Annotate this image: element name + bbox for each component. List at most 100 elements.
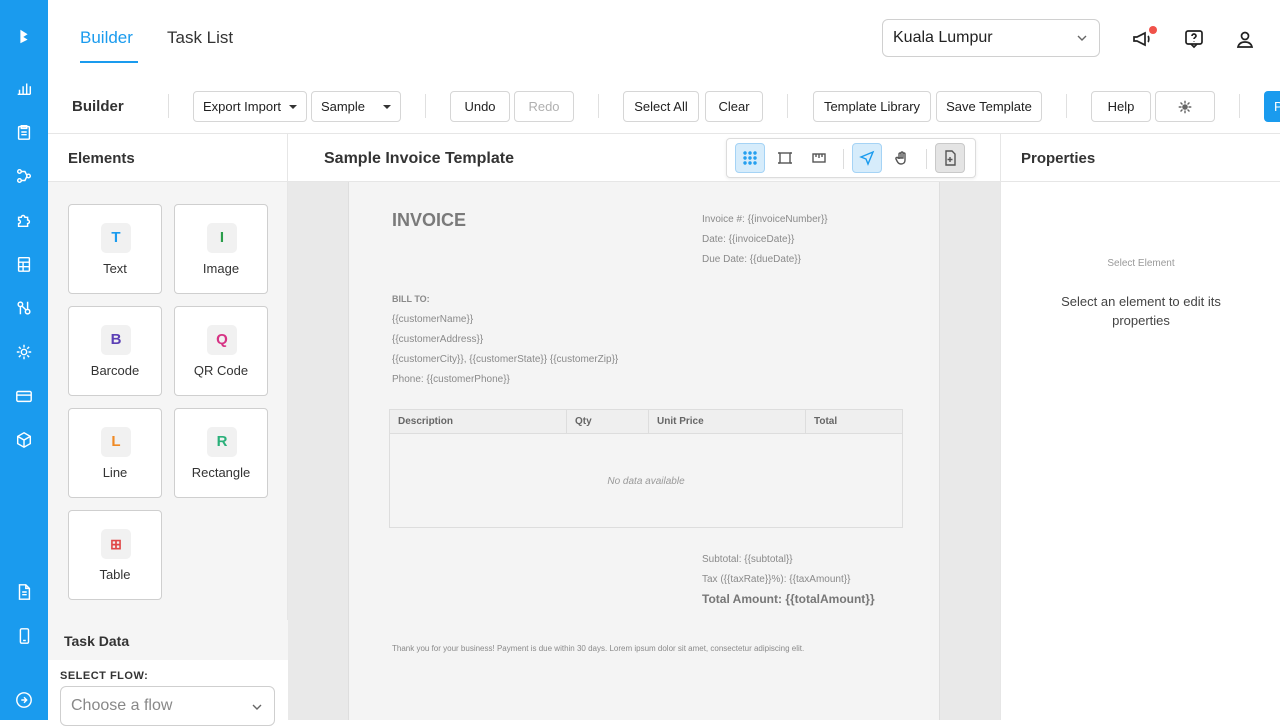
export-import-button[interactable]: Export Import bbox=[193, 91, 307, 122]
invoice-page[interactable]: INVOICE Invoice #: {{invoiceNumber}} Dat… bbox=[348, 182, 940, 720]
element-qr-code[interactable]: Q QR Code bbox=[174, 306, 268, 396]
divider bbox=[843, 149, 844, 169]
pointer-icon bbox=[859, 150, 875, 166]
gear-icon[interactable] bbox=[14, 342, 34, 362]
builder-toolbar: Builder Export Import Sample Undo Redo S… bbox=[48, 78, 1280, 134]
table-header: Description Qty Unit Price Total bbox=[390, 410, 902, 434]
redo-button[interactable]: Redo bbox=[514, 91, 574, 122]
clipboard-icon[interactable] bbox=[14, 122, 34, 142]
chart-icon[interactable] bbox=[14, 78, 34, 98]
primary-action-button[interactable]: P bbox=[1264, 91, 1280, 122]
toolbar-title: Builder bbox=[72, 98, 124, 115]
divider bbox=[1239, 94, 1240, 118]
task-data-section: Task Data SELECT FLOW: Choose a flow bbox=[48, 620, 288, 726]
elements-title: Elements bbox=[48, 134, 287, 182]
table-header-cell: Qty bbox=[567, 410, 649, 434]
element-label: Rectangle bbox=[191, 465, 251, 480]
tax-field[interactable]: Tax ({{taxRate}}%): {{taxAmount}} bbox=[702, 574, 850, 585]
nav-rail bbox=[0, 0, 48, 720]
barcode-element-icon: B bbox=[101, 325, 131, 355]
select-all-button[interactable]: Select All bbox=[623, 91, 699, 122]
logo-icon[interactable] bbox=[14, 26, 34, 46]
clear-button[interactable]: Clear bbox=[705, 91, 763, 122]
invoice-title[interactable]: INVOICE bbox=[392, 210, 466, 231]
template-library-button[interactable]: Template Library bbox=[813, 91, 931, 122]
element-label: QR Code bbox=[193, 363, 249, 378]
pan-tool[interactable] bbox=[887, 143, 917, 173]
help-button[interactable]: Help bbox=[1091, 91, 1151, 122]
location-select[interactable]: Kuala Lumpur bbox=[882, 19, 1100, 57]
caret-down-icon bbox=[289, 104, 298, 109]
table-empty-message: No data available bbox=[607, 476, 685, 487]
chevron-down-icon bbox=[252, 704, 262, 710]
flow-icon[interactable] bbox=[14, 166, 34, 186]
table-header-cell: Description bbox=[390, 410, 567, 434]
bill-to-label[interactable]: BILL TO: bbox=[392, 294, 430, 304]
undo-button[interactable]: Undo bbox=[450, 91, 510, 122]
add-page-icon bbox=[945, 150, 956, 166]
element-label: Table bbox=[99, 567, 131, 582]
select-tool[interactable] bbox=[852, 143, 882, 173]
save-template-button[interactable]: Save Template bbox=[936, 91, 1042, 122]
divider bbox=[1066, 94, 1067, 118]
mobile-icon[interactable] bbox=[14, 626, 34, 646]
table-header-cell: Total bbox=[814, 416, 838, 427]
card-icon[interactable] bbox=[14, 386, 34, 406]
invoice-date-field[interactable]: Date: {{invoiceDate}} bbox=[702, 234, 794, 245]
text-element-icon: T bbox=[101, 223, 131, 253]
element-label: Text bbox=[103, 261, 127, 276]
select-element-message: Select an element to edit its properties bbox=[1061, 294, 1221, 328]
grid-icon bbox=[743, 151, 757, 165]
canvas-area: Sample Invoice Template INVOICE Invoice … bbox=[288, 134, 1000, 720]
active-tab-indicator bbox=[80, 61, 138, 63]
customer-city-field[interactable]: {{customerCity}}, {{customerState}} {{cu… bbox=[392, 354, 618, 365]
element-table[interactable]: ⊞ Table bbox=[68, 510, 162, 600]
subtotal-field[interactable]: Subtotal: {{subtotal}} bbox=[702, 554, 793, 565]
line-element-icon: L bbox=[101, 427, 131, 457]
puzzle-icon[interactable] bbox=[14, 210, 34, 230]
user-icon[interactable] bbox=[1234, 28, 1256, 50]
element-barcode[interactable]: B Barcode bbox=[68, 306, 162, 396]
scale-icon[interactable] bbox=[14, 298, 34, 318]
divider bbox=[926, 149, 927, 169]
document-icon[interactable] bbox=[14, 582, 34, 602]
invoice-number-field[interactable]: Invoice #: {{invoiceNumber}} bbox=[702, 214, 828, 225]
element-image[interactable]: I Image bbox=[174, 204, 268, 294]
sheet-icon[interactable] bbox=[14, 254, 34, 274]
tab-task-list[interactable]: Task List bbox=[167, 28, 233, 48]
qr-code-element-icon: Q bbox=[207, 325, 237, 355]
element-label: Image bbox=[202, 261, 240, 276]
element-rectangle[interactable]: R Rectangle bbox=[174, 408, 268, 498]
select-flow-label: SELECT FLOW: bbox=[60, 670, 149, 682]
grid-toggle[interactable] bbox=[735, 143, 765, 173]
box-icon[interactable] bbox=[14, 430, 34, 450]
customer-name-field[interactable]: {{customerName}} bbox=[392, 314, 473, 325]
customer-address-field[interactable]: {{customerAddress}} bbox=[392, 334, 483, 345]
due-date-field[interactable]: Due Date: {{dueDate}} bbox=[702, 254, 801, 265]
sample-label: Sample bbox=[320, 99, 366, 114]
bounds-toggle[interactable] bbox=[770, 143, 800, 173]
help-chat-icon[interactable] bbox=[1183, 28, 1205, 50]
collapse-icon[interactable] bbox=[14, 690, 34, 710]
element-line[interactable]: L Line bbox=[68, 408, 162, 498]
top-bar: Builder Task List Kuala Lumpur bbox=[48, 0, 1280, 78]
sample-button[interactable]: Sample bbox=[311, 91, 401, 122]
divider bbox=[168, 94, 169, 118]
footer-note[interactable]: Thank you for your business! Payment is … bbox=[392, 644, 804, 653]
flow-placeholder: Choose a flow bbox=[71, 697, 173, 714]
settings-button[interactable] bbox=[1155, 91, 1215, 122]
divider bbox=[787, 94, 788, 118]
items-table[interactable]: Description Qty Unit Price Total No data… bbox=[389, 409, 903, 528]
customer-phone-field[interactable]: Phone: {{customerPhone}} bbox=[392, 374, 510, 385]
divider bbox=[425, 94, 426, 118]
flow-select[interactable]: Choose a flow bbox=[60, 686, 275, 726]
total-amount-field[interactable]: Total Amount: {{totalAmount}} bbox=[702, 592, 875, 606]
ruler-icon bbox=[812, 153, 826, 163]
notification-dot bbox=[1149, 26, 1157, 34]
element-text[interactable]: T Text bbox=[68, 204, 162, 294]
elements-panel: Elements T Text I Image B Barcode Q QR C… bbox=[48, 134, 288, 726]
tab-builder[interactable]: Builder bbox=[80, 28, 133, 48]
page-tool[interactable] bbox=[935, 143, 965, 173]
ruler-toggle[interactable] bbox=[804, 143, 834, 173]
select-element-hint: Select Element bbox=[1107, 258, 1175, 269]
